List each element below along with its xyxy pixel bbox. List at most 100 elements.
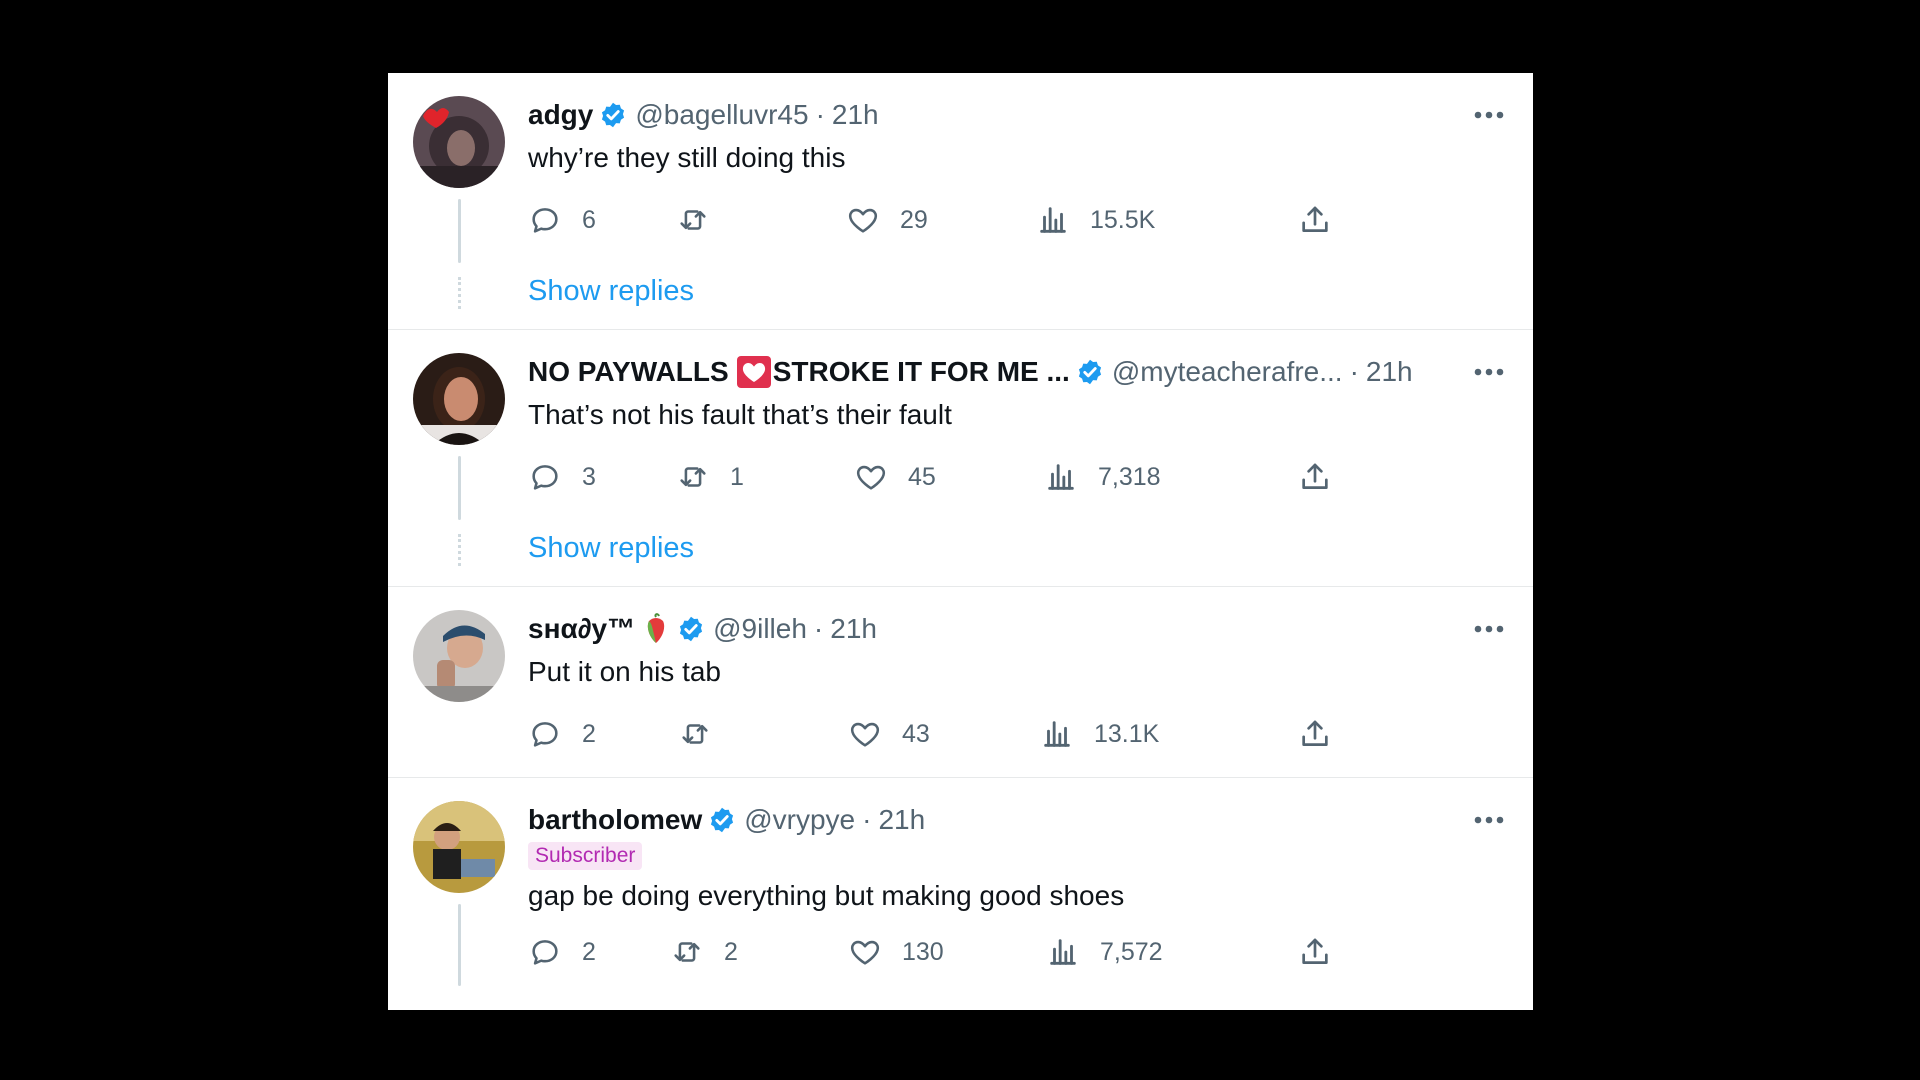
avatar-image [413, 610, 505, 702]
tweet-text: That’s not his fault that’s their fault [528, 399, 952, 430]
share-icon [1298, 717, 1332, 751]
share-button[interactable] [1298, 712, 1332, 756]
timestamp[interactable]: 21h [1366, 352, 1413, 392]
avatar[interactable] [413, 96, 505, 188]
verified-badge-icon [599, 101, 627, 129]
like-button[interactable]: 29 [846, 198, 928, 242]
replies-panel: adgy @bagelluvr45 · 21h why’re they stil… [388, 73, 1533, 1010]
tweet[interactable]: NO PAYWALLS STROKE IT FOR ME ... @myteac… [388, 330, 1533, 587]
action-bar: 6 29 15.5K [528, 198, 1483, 242]
views-icon [1046, 935, 1080, 969]
more-options-icon [1474, 625, 1504, 633]
share-button[interactable] [1298, 455, 1332, 499]
avatar[interactable] [413, 353, 505, 445]
like-button[interactable]: 45 [854, 455, 936, 499]
reply-icon [528, 203, 562, 237]
retweet-button[interactable] [678, 712, 732, 756]
reply-button[interactable]: 2 [528, 930, 596, 974]
handle[interactable]: @bagelluvr45 [635, 95, 808, 135]
display-name-part2[interactable]: STROKE IT FOR ME ... [773, 352, 1070, 392]
thread-line [458, 904, 461, 986]
verified-badge-icon [677, 615, 705, 643]
retweet-icon [670, 935, 704, 969]
reply-icon [528, 717, 562, 751]
retweet-icon [678, 717, 712, 751]
views-icon [1040, 717, 1074, 751]
display-name[interactable]: bartholomew [528, 800, 702, 840]
views-icon [1044, 460, 1078, 494]
views-count: 7,572 [1100, 937, 1163, 966]
action-bar: 3 1 45 7,318 [528, 455, 1483, 499]
views-button[interactable]: 15.5K [1036, 198, 1155, 242]
tweet-text: Put it on his tab [528, 656, 722, 687]
avatar-image [413, 96, 505, 188]
like-button[interactable]: 130 [848, 930, 944, 974]
reply-button[interactable]: 6 [528, 198, 596, 242]
like-count: 29 [900, 205, 928, 234]
show-replies-link[interactable]: Show replies [528, 271, 694, 311]
timestamp[interactable]: 21h [878, 800, 925, 840]
heart-icon [848, 935, 882, 969]
more-options-button[interactable] [1469, 95, 1509, 135]
handle[interactable]: @vrypye [744, 800, 855, 840]
thread-line [458, 199, 461, 263]
like-count: 43 [902, 719, 930, 748]
views-button[interactable]: 7,572 [1046, 930, 1163, 974]
reply-button[interactable]: 3 [528, 455, 596, 499]
views-count: 15.5K [1090, 205, 1156, 234]
avatar-image [413, 801, 505, 893]
more-options-button[interactable] [1469, 352, 1509, 392]
handle[interactable]: @9illeh [713, 609, 807, 649]
avatar-image [413, 353, 505, 445]
handle[interactable]: @myteacherafre... [1112, 352, 1343, 392]
display-name-part1[interactable]: NO PAYWALLS [528, 352, 729, 392]
views-icon [1036, 203, 1070, 237]
like-count: 45 [908, 462, 936, 491]
display-name[interactable]: ѕнα∂у™ [528, 609, 635, 649]
tweet-text: why’re they still doing this [528, 142, 846, 173]
retweet-button[interactable]: 1 [676, 455, 744, 499]
share-icon [1298, 203, 1332, 237]
verified-badge-icon [1076, 358, 1104, 386]
display-name[interactable]: adgy [528, 95, 593, 135]
more-options-icon [1474, 368, 1504, 376]
action-bar: 2 2 130 7,572 [528, 930, 1483, 974]
separator: · [815, 99, 825, 130]
reply-button[interactable]: 2 [528, 712, 596, 756]
views-button[interactable]: 7,318 [1044, 455, 1161, 499]
like-count: 130 [902, 937, 944, 966]
avatar[interactable] [413, 610, 505, 702]
tweet[interactable]: ѕнα∂у™ @9illeh · 21h Put it on his tab 2 [388, 587, 1533, 778]
retweet-button[interactable] [676, 198, 730, 242]
tweet[interactable]: bartholomew @vrypye · 21h Subscriber gap… [388, 778, 1533, 1010]
more-options-icon [1474, 111, 1504, 119]
more-options-button[interactable] [1469, 609, 1509, 649]
subscriber-badge: Subscriber [528, 842, 643, 870]
timestamp[interactable]: 21h [830, 609, 877, 649]
more-options-icon [1474, 816, 1504, 824]
separator: · [813, 613, 824, 644]
like-button[interactable]: 43 [848, 712, 930, 756]
tweet[interactable]: adgy @bagelluvr45 · 21h why’re they stil… [388, 73, 1533, 330]
more-options-button[interactable] [1469, 800, 1509, 840]
reply-count: 2 [582, 719, 596, 748]
share-button[interactable] [1298, 198, 1332, 242]
retweet-icon [676, 203, 710, 237]
share-button[interactable] [1298, 930, 1332, 974]
retweet-button[interactable]: 2 [670, 930, 738, 974]
avatar[interactable] [413, 801, 505, 893]
reply-icon [528, 935, 562, 969]
views-count: 7,318 [1098, 462, 1161, 491]
show-replies-link[interactable]: Show replies [528, 528, 694, 568]
separator: · [1349, 356, 1359, 387]
timestamp[interactable]: 21h [832, 95, 879, 135]
reply-count: 6 [582, 205, 596, 234]
thread-line [458, 456, 461, 520]
thread-dots [458, 277, 464, 309]
share-icon [1298, 460, 1332, 494]
retweet-icon [676, 460, 710, 494]
views-button[interactable]: 13.1K [1040, 712, 1159, 756]
heart-icon [848, 717, 882, 751]
views-count: 13.1K [1094, 719, 1160, 748]
heart-icon [854, 460, 888, 494]
